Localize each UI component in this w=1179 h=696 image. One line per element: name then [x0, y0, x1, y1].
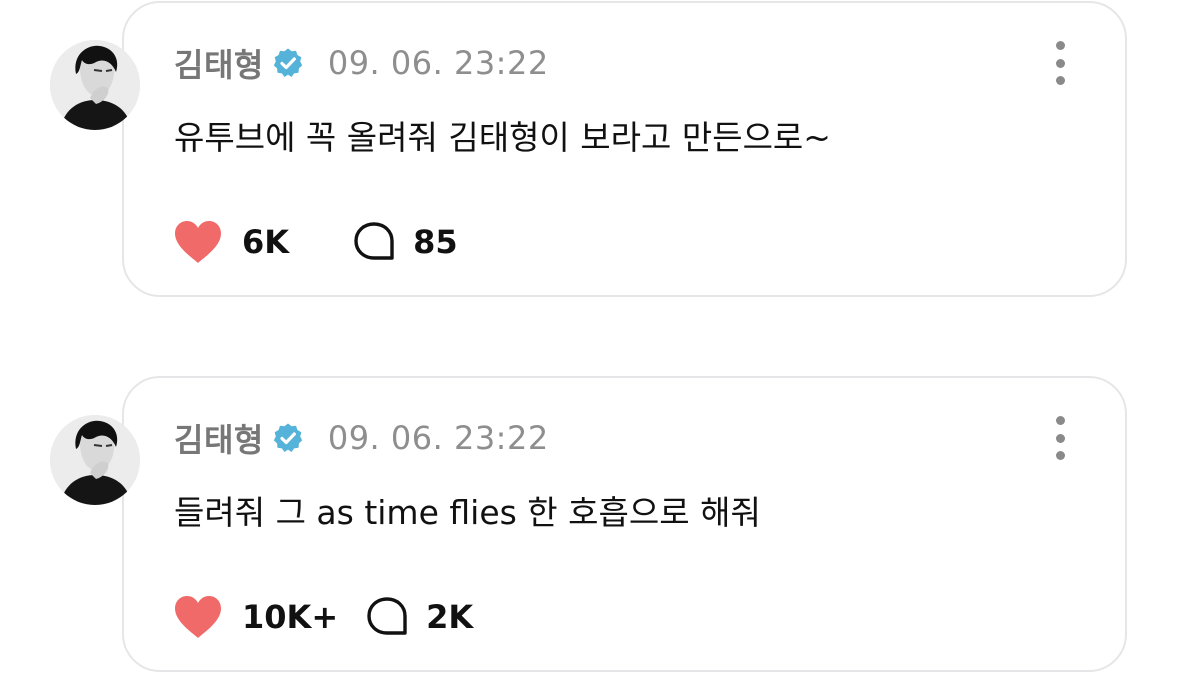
- like-button[interactable]: 6K: [172, 219, 289, 265]
- post-header: 김태형 09. 06. 23:22: [174, 40, 549, 86]
- timestamp: 09. 06. 23:22: [327, 419, 549, 457]
- heart-icon: [175, 221, 221, 263]
- avatar[interactable]: [50, 415, 140, 505]
- more-dot-icon: [1055, 433, 1065, 443]
- post-header: 김태형 09. 06. 23:22: [174, 415, 549, 461]
- more-dot-icon: [1055, 58, 1065, 68]
- more-options-button[interactable]: [1050, 416, 1070, 460]
- comment-count: 2K: [426, 598, 474, 636]
- timestamp: 09. 06. 23:22: [327, 44, 549, 82]
- more-dot-icon: [1055, 416, 1065, 425]
- verified-badge-icon: [272, 47, 304, 79]
- post-message: 들려줘 그 as time flies 한 호흡으로 해줘: [174, 493, 761, 532]
- like-button[interactable]: 10K+: [172, 594, 338, 640]
- comment-bubble-icon: [354, 222, 394, 260]
- username[interactable]: 김태형: [174, 40, 264, 86]
- post-card[interactable]: 김태형 09. 06. 23:22 유투브에 꼭 올려줘 김태형이 보라고 만든…: [122, 1, 1127, 297]
- comment-button[interactable]: 2K: [364, 594, 473, 640]
- more-options-button[interactable]: [1050, 41, 1070, 85]
- more-dot-icon: [1055, 41, 1065, 50]
- post-1: 김태형 09. 06. 23:22 유투브에 꼭 올려줘 김태형이 보라고 만든…: [0, 0, 1179, 320]
- username[interactable]: 김태형: [174, 415, 264, 461]
- like-count: 10K+: [242, 598, 339, 636]
- post-actions: 10K+ 2K: [172, 593, 473, 641]
- more-dot-icon: [1055, 451, 1065, 460]
- like-count: 6K: [242, 223, 290, 261]
- post-actions: 6K 85: [172, 218, 458, 266]
- comment-button[interactable]: 85: [351, 219, 458, 265]
- comment-bubble-icon: [367, 597, 407, 635]
- post-card[interactable]: 김태형 09. 06. 23:22 들려줘 그 as time flies 한 …: [122, 376, 1127, 672]
- verified-badge-icon: [272, 422, 304, 454]
- more-dot-icon: [1055, 76, 1065, 85]
- heart-icon: [175, 596, 221, 638]
- comment-count: 85: [413, 223, 458, 261]
- post-message: 유투브에 꼭 올려줘 김태형이 보라고 만든으로~: [174, 118, 831, 157]
- avatar[interactable]: [50, 40, 140, 130]
- post-2: 김태형 09. 06. 23:22 들려줘 그 as time flies 한 …: [0, 375, 1179, 695]
